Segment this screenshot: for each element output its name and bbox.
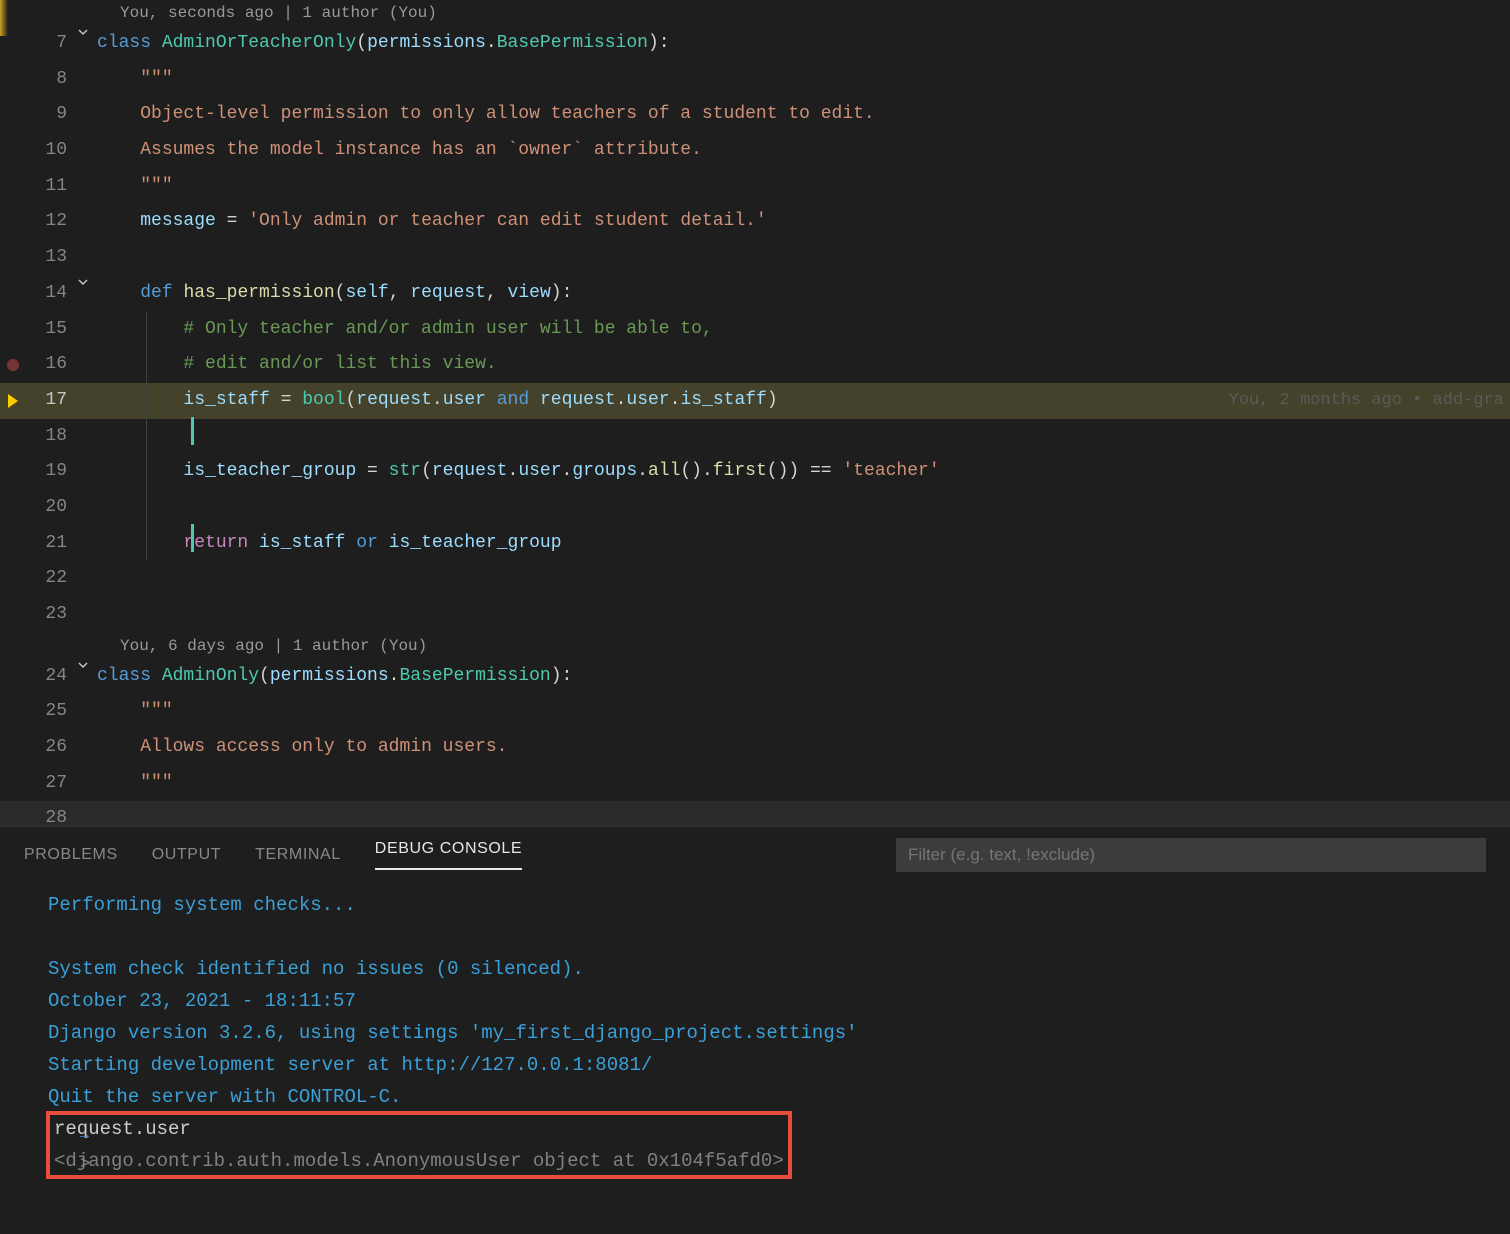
line-number: 26 [25, 730, 73, 766]
code-line[interactable]: 17 is_staff = bool(request.user and requ… [0, 383, 1510, 419]
fold-toggle[interactable] [73, 659, 93, 671]
chevron-down-icon [77, 276, 89, 288]
code-line[interactable]: 26 Allows access only to admin users. [0, 730, 1510, 766]
line-number: 7 [25, 26, 73, 62]
code-content[interactable]: Object-level permission to only allow te… [93, 97, 1510, 133]
code-content[interactable]: """ [93, 169, 1510, 205]
panel-tabs: PROBLEMS OUTPUT TERMINAL DEBUG CONSOLE [0, 827, 1510, 883]
code-content[interactable]: """ [93, 62, 1510, 98]
line-number: 27 [25, 766, 73, 802]
line-number: 16 [25, 347, 73, 383]
code-line[interactable]: 14 def has_permission(self, request, vie… [0, 276, 1510, 312]
line-number: 24 [25, 659, 73, 695]
code-content[interactable]: """ [93, 694, 1510, 730]
breakpoint-gutter[interactable] [0, 347, 25, 371]
line-number: 22 [25, 561, 73, 597]
code-content[interactable] [93, 419, 1510, 455]
code-content[interactable]: Assumes the model instance has an `owner… [93, 133, 1510, 169]
code-line[interactable]: 23 [0, 597, 1510, 633]
code-content[interactable]: is_staff = bool(request.user and request… [93, 383, 1510, 419]
code-line[interactable]: 15 # Only teacher and/or admin user will… [0, 312, 1510, 348]
code-line[interactable]: 16 # edit and/or list this view. [0, 347, 1510, 383]
console-line: Performing system checks... [48, 889, 1486, 921]
code-line[interactable]: 11 """ [0, 169, 1510, 205]
code-line[interactable]: 22 [0, 561, 1510, 597]
line-number: 10 [25, 133, 73, 169]
console-line: System check identified no issues (0 sil… [48, 953, 1486, 985]
fold-toggle[interactable] [73, 276, 93, 288]
filter-input[interactable] [896, 838, 1486, 872]
code-line[interactable]: 8 """ [0, 62, 1510, 98]
console-line: October 23, 2021 - 18:11:57 [48, 985, 1486, 1017]
line-number: 9 [25, 97, 73, 133]
panel-tab-problems[interactable]: PROBLEMS [24, 846, 118, 864]
modified-marker [191, 524, 194, 552]
code-content[interactable]: # Only teacher and/or admin user will be… [93, 312, 1510, 348]
code-content[interactable] [93, 801, 1510, 826]
code-line[interactable]: 28 [0, 801, 1510, 826]
debug-console-output[interactable]: Performing system checks... System check… [0, 883, 1510, 1177]
line-number: 20 [25, 490, 73, 526]
code-line[interactable]: 13 [0, 240, 1510, 276]
line-number: 14 [25, 276, 73, 312]
git-blame-annotation: You, 2 months ago • add-gra [1229, 383, 1504, 419]
repl-output: <django.contrib.auth.models.AnonymousUse… [54, 1145, 784, 1177]
code-line[interactable]: 9 Object-level permission to only allow … [0, 97, 1510, 133]
line-number: 19 [25, 454, 73, 490]
line-number: 28 [25, 801, 73, 826]
code-content[interactable]: def has_permission(self, request, view): [93, 276, 1510, 312]
execution-pointer-icon [8, 394, 18, 408]
modified-marker [191, 417, 194, 445]
code-lens-mid[interactable]: You, 6 days ago | 1 author (You) [0, 633, 1510, 659]
code-content[interactable]: """ [93, 766, 1510, 802]
console-line [48, 921, 1486, 953]
code-content[interactable]: # edit and/or list this view. [93, 347, 1510, 383]
bottom-panel: PROBLEMS OUTPUT TERMINAL DEBUG CONSOLE Perf… [0, 826, 1510, 1234]
code-content[interactable]: is_teacher_group = str(request.user.grou… [93, 454, 1510, 490]
line-number: 11 [25, 169, 73, 205]
panel-tab-terminal[interactable]: TERMINAL [255, 846, 341, 864]
code-content[interactable]: Allows access only to admin users. [93, 730, 1510, 766]
console-line: Starting development server at http://12… [48, 1049, 1486, 1081]
line-number: 17 [25, 383, 73, 419]
repl-prompt-icon: > [80, 1149, 90, 1181]
panel-tab-debug-console[interactable]: DEBUG CONSOLE [375, 840, 522, 870]
code-line[interactable]: 12 message = 'Only admin or teacher can … [0, 204, 1510, 240]
repl-input[interactable]: request.user→ [54, 1113, 784, 1145]
chevron-down-icon [77, 26, 89, 38]
code-line[interactable]: 19 is_teacher_group = str(request.user.g… [0, 454, 1510, 490]
breakpoint-icon[interactable] [7, 359, 19, 371]
chevron-down-icon [77, 659, 89, 671]
code-line[interactable]: 10 Assumes the model instance has an `ow… [0, 133, 1510, 169]
line-number: 21 [25, 526, 73, 562]
line-number: 13 [25, 240, 73, 276]
code-content[interactable]: class AdminOrTeacherOnly(permissions.Bas… [93, 26, 1510, 62]
code-editor[interactable]: You, seconds ago | 1 author (You) 7 class… [0, 0, 1510, 826]
console-line: Quit the server with CONTROL-C. [48, 1081, 1486, 1113]
highlighted-repl: request.user→<django.contrib.auth.models… [48, 1113, 790, 1177]
code-content[interactable]: class AdminOnly(permissions.BasePermissi… [93, 659, 1510, 695]
line-number: 15 [25, 312, 73, 348]
code-line[interactable]: 27 """ [0, 766, 1510, 802]
code-line[interactable]: 21 return is_staff or is_teacher_group [0, 526, 1510, 562]
console-line: Django version 3.2.6, using settings 'my… [48, 1017, 1486, 1049]
code-content[interactable] [93, 240, 1510, 276]
line-number: 12 [25, 204, 73, 240]
line-number: 18 [25, 419, 73, 455]
code-content[interactable]: return is_staff or is_teacher_group [93, 526, 1510, 562]
code-content[interactable]: message = 'Only admin or teacher can edi… [93, 204, 1510, 240]
line-number: 8 [25, 62, 73, 98]
line-number: 23 [25, 597, 73, 633]
code-lens-top[interactable]: You, seconds ago | 1 author (You) [0, 0, 1510, 26]
code-line[interactable]: 25 """ [0, 694, 1510, 730]
fold-toggle[interactable] [73, 26, 93, 38]
code-content[interactable] [93, 490, 1510, 526]
code-line[interactable]: 18 [0, 419, 1510, 455]
line-number: 25 [25, 694, 73, 730]
code-line[interactable]: 7 class AdminOrTeacherOnly(permissions.Ba… [0, 26, 1510, 62]
breakpoint-gutter[interactable] [0, 383, 25, 408]
code-line[interactable]: 24 class AdminOnly(permissions.BasePermis… [0, 659, 1510, 695]
code-line[interactable]: 20 [0, 490, 1510, 526]
panel-tab-output[interactable]: OUTPUT [152, 846, 221, 864]
